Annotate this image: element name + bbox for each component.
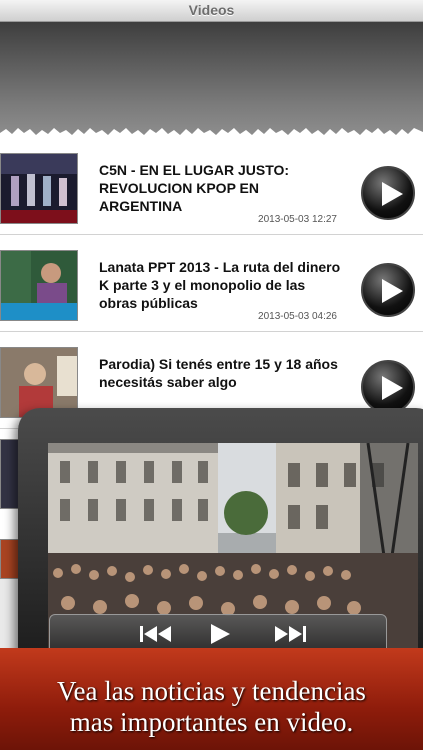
video-thumbnail[interactable] [0,153,78,224]
next-icon[interactable] [272,623,308,645]
page-title: Videos [188,2,235,18]
previous-icon[interactable] [138,623,174,645]
play-button[interactable] [361,166,415,220]
nav-bar: Videos [0,0,423,22]
play-icon[interactable] [208,623,232,645]
video-date: 2013-05-03 12:27 [258,214,337,225]
video-thumbnail[interactable] [0,250,78,321]
promo-line-2: mas importantes en video. [69,707,354,737]
video-item[interactable]: Lanata PPT 2013 - La ruta del dinero K p… [0,235,423,332]
video-title: C5N - EN EL LUGAR JUSTO: REVOLUCION KPOP… [99,162,290,214]
play-button[interactable] [361,360,415,414]
video-title: Parodia) Si tenés entre 15 y 18 años nec… [99,356,338,390]
header-banner [0,22,423,139]
promo-line-1: Vea las noticias y tendencias [57,676,366,706]
promo-text: Vea las noticias y tendencias mas import… [0,676,423,738]
video-item[interactable]: C5N - EN EL LUGAR JUSTO: REVOLUCION KPOP… [0,138,423,235]
video-title: Lanata PPT 2013 - La ruta del dinero K p… [99,259,341,311]
video-date: 2013-05-03 04:26 [258,311,337,322]
play-button[interactable] [361,263,415,317]
